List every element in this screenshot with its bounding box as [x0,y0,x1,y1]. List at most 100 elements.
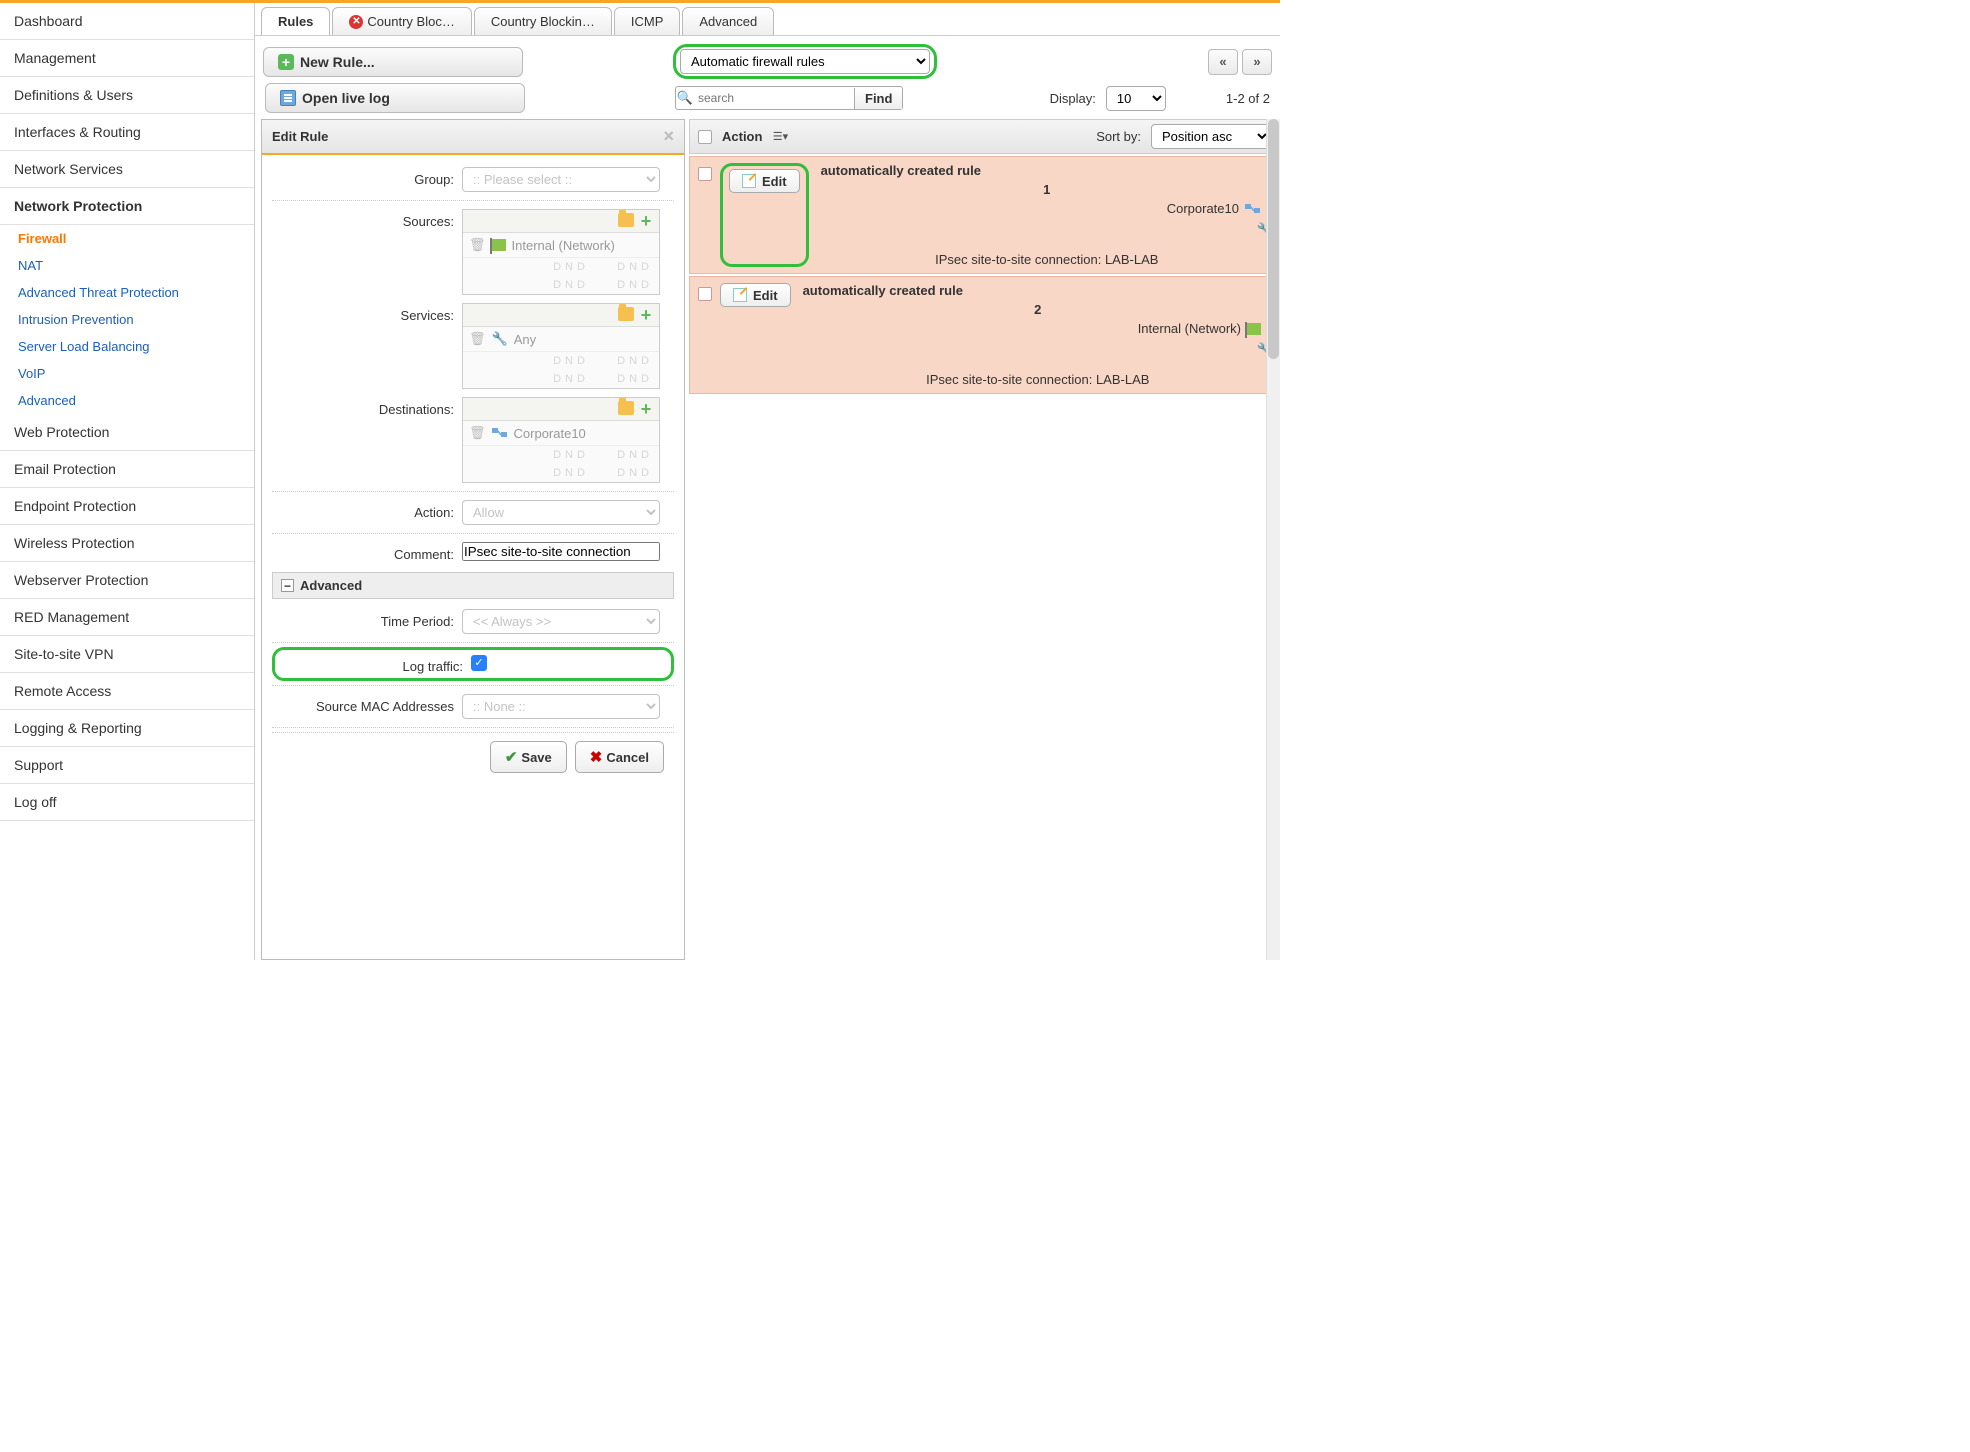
folder-icon[interactable] [618,401,634,415]
sidebar-item-web[interactable]: Web Protection [0,414,254,451]
x-icon: ✖ [590,748,603,766]
sidebar-item-wireless[interactable]: Wireless Protection [0,525,254,562]
edit-highlight: Edit [720,163,809,267]
tab-rules[interactable]: Rules [261,7,330,35]
sidebar-item-endpoint[interactable]: Endpoint Protection [0,488,254,525]
log-traffic-checkbox[interactable]: ✓ [471,655,487,671]
sidebar-item-dashboard[interactable]: Dashboard [0,3,254,40]
sidebar-item-remote[interactable]: Remote Access [0,673,254,710]
sidebar-item-logging[interactable]: Logging & Reporting [0,710,254,747]
trash-icon[interactable]: 🗑 [469,237,486,253]
add-icon[interactable]: + [638,401,654,417]
sort-label: Sort by: [1096,129,1141,144]
edit-panel-footer: ✔Save ✖Cancel [272,732,674,781]
new-rule-button[interactable]: + New Rule... [263,47,523,77]
plus-icon: + [278,54,294,70]
rule-checkbox[interactable] [698,287,712,301]
source-mac-label: Source MAC Addresses [272,694,462,714]
sidebar-item-definitions[interactable]: Definitions & Users [0,77,254,114]
pager: « » [1208,49,1272,75]
subnav-firewall[interactable]: Firewall [0,225,254,252]
tabs: Rules ✕Country Bloc… Country Blockin… IC… [255,3,1280,36]
toolbar: + New Rule... Automatic firewall rules «… [255,36,1280,81]
services-label: Services: [272,303,462,323]
sidebar-item-support[interactable]: Support [0,747,254,784]
select-all-checkbox[interactable] [698,130,712,144]
edit-form: Group: :: Please select :: Sources: + 🗑I… [262,155,684,959]
sort-select[interactable]: Position asc [1151,124,1271,149]
subnav-nat[interactable]: NAT [0,252,254,279]
add-icon[interactable]: + [638,213,654,229]
trash-icon[interactable]: 🗑 [469,331,486,347]
result-count: 1-2 of 2 [1226,91,1270,106]
edit-rule-button[interactable]: Edit [729,169,800,193]
group-select: :: Please select :: [462,167,660,192]
list-menu-icon[interactable]: ☰▾ [772,129,788,145]
sidebar-item-management[interactable]: Management [0,40,254,77]
list-header: Action ☰▾ Sort by: Position asc [689,119,1280,154]
subnav-atp[interactable]: Advanced Threat Protection [0,279,254,306]
display-select[interactable]: 10 [1106,86,1166,111]
open-live-log-button[interactable]: Open live log [265,83,525,113]
sidebar-item-red[interactable]: RED Management [0,599,254,636]
tab-country-blocking[interactable]: ✕Country Bloc… [332,7,471,35]
sidebar-item-email[interactable]: Email Protection [0,451,254,488]
sidebar-item-network-services[interactable]: Network Services [0,151,254,188]
tab-advanced[interactable]: Advanced [682,7,774,35]
sources-label: Sources: [272,209,462,229]
page-prev-button[interactable]: « [1208,49,1238,75]
subnav-voip[interactable]: VoIP [0,360,254,387]
comment-label: Comment: [272,542,462,562]
time-period-label: Time Period: [272,609,462,629]
close-icon[interactable]: × [663,126,674,147]
rule-row: Edit automatically created rule 1 Corpor… [689,156,1280,274]
trash-icon[interactable]: 🗑 [469,425,486,441]
action-column: Action [722,129,762,144]
sources-box[interactable]: + 🗑Internal (Network) DND DND DND DND [462,209,660,295]
sidebar-item-interfaces[interactable]: Interfaces & Routing [0,114,254,151]
rule-object: Corporate10 [1167,201,1239,216]
rule-checkbox[interactable] [698,167,712,181]
group-label: Group: [272,167,462,187]
find-button[interactable]: Find [854,88,902,109]
subnav-slb[interactable]: Server Load Balancing [0,333,254,360]
network-icon [492,427,508,439]
log-traffic-label: Log traffic: [281,654,471,674]
cancel-button[interactable]: ✖Cancel [575,741,664,773]
scrollbar[interactable] [1266,119,1280,960]
rule-object: Internal (Network) [1138,321,1241,336]
network-icon [1245,203,1261,215]
comment-input[interactable] [462,542,660,561]
display-label: Display: [1050,91,1096,106]
filter-select[interactable]: Automatic firewall rules [680,49,930,74]
destinations-box[interactable]: + 🗑 Corporate10 DND DND DND DND [462,397,660,483]
main: Rules ✕Country Bloc… Country Blockin… IC… [255,3,1280,960]
subnav-ips[interactable]: Intrusion Prevention [0,306,254,333]
toolbar-2: Open live log 🔍 Find Display: 10 1-2 of … [255,81,1280,119]
edit-icon [733,288,747,302]
save-button[interactable]: ✔Save [490,741,567,773]
tab-icmp[interactable]: ICMP [614,7,681,35]
sidebar-subnav: Firewall NAT Advanced Threat Protection … [0,225,254,414]
search-input[interactable] [694,89,854,107]
add-icon[interactable]: + [638,307,654,323]
edit-rule-button[interactable]: Edit [720,283,791,307]
flag-icon [1247,323,1261,335]
rule-row: Edit automatically created rule 2 Intern… [689,276,1280,394]
subnav-advanced[interactable]: Advanced [0,387,254,414]
tab-country-blocking-2[interactable]: Country Blockin… [474,7,612,35]
sidebar-item-s2svpn[interactable]: Site-to-site VPN [0,636,254,673]
sidebar-item-webserver[interactable]: Webserver Protection [0,562,254,599]
folder-icon[interactable] [618,307,634,321]
sidebar-item-logoff[interactable]: Log off [0,784,254,821]
search-box: 🔍 Find [675,86,903,110]
rule-connection: IPsec site-to-site connection: LAB-LAB [803,358,1273,387]
sidebar: Dashboard Management Definitions & Users… [0,3,255,960]
rule-list-panel: Action ☰▾ Sort by: Position asc Edit [689,119,1280,960]
services-box[interactable]: + 🗑🔧Any DND DND DND DND [462,303,660,389]
folder-icon[interactable] [618,213,634,227]
sidebar-item-network-protection[interactable]: Network Protection [0,188,254,225]
destinations-label: Destinations: [272,397,462,417]
advanced-section-header[interactable]: − Advanced [272,572,674,599]
page-next-button[interactable]: » [1242,49,1272,75]
